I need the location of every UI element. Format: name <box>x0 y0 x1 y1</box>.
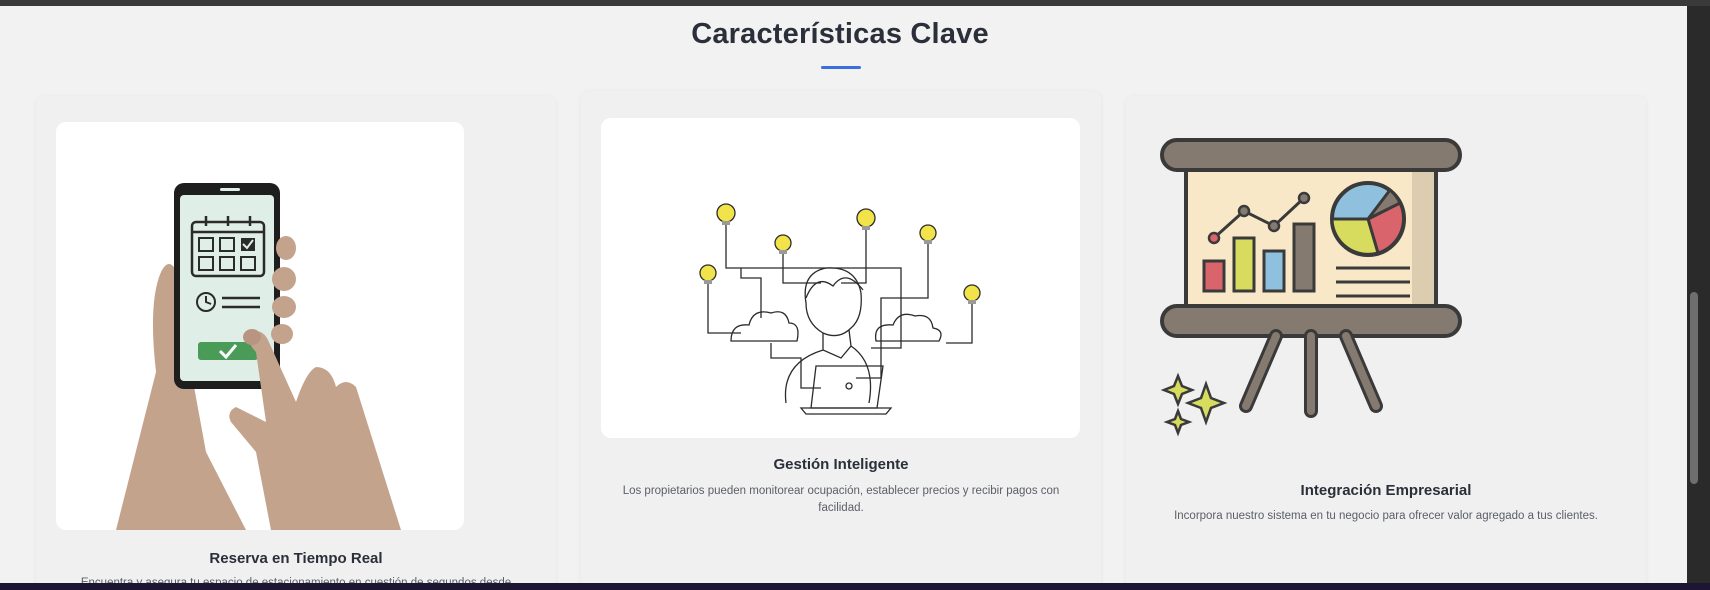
card-description: Los propietarios pueden monitorear ocupa… <box>622 485 1060 514</box>
feature-card-real-time-booking: Reserva en Tiempo Real Encuentra y asegu… <box>36 96 556 583</box>
title-underline <box>821 66 861 69</box>
scrollbar-thumb[interactable] <box>1690 292 1698 484</box>
desktop-background-strip <box>0 583 1710 590</box>
card-title: Integración Empresarial <box>1300 482 1472 499</box>
person-lightbulbs-icon <box>601 118 1080 438</box>
card-title: Reserva en Tiempo Real <box>209 550 383 567</box>
card-description: Encuentra y asegura tu espacio de estaci… <box>80 577 512 583</box>
section-title: Características Clave <box>691 18 989 50</box>
presentation-board-icon <box>1156 136 1466 456</box>
card-description: Incorpora nuestro sistema en tu negocio … <box>1174 510 1598 522</box>
phone-booking-icon <box>56 122 464 530</box>
feature-card-business-integration: Integración Empresarial Incorpora nuestr… <box>1126 96 1646 583</box>
page-viewport: Características Clave Reserva en Tiempo … <box>0 6 1687 583</box>
feature-card-smart-management: Gestión Inteligente Los propietarios pue… <box>581 91 1101 583</box>
card-title: Gestión Inteligente <box>773 456 909 473</box>
